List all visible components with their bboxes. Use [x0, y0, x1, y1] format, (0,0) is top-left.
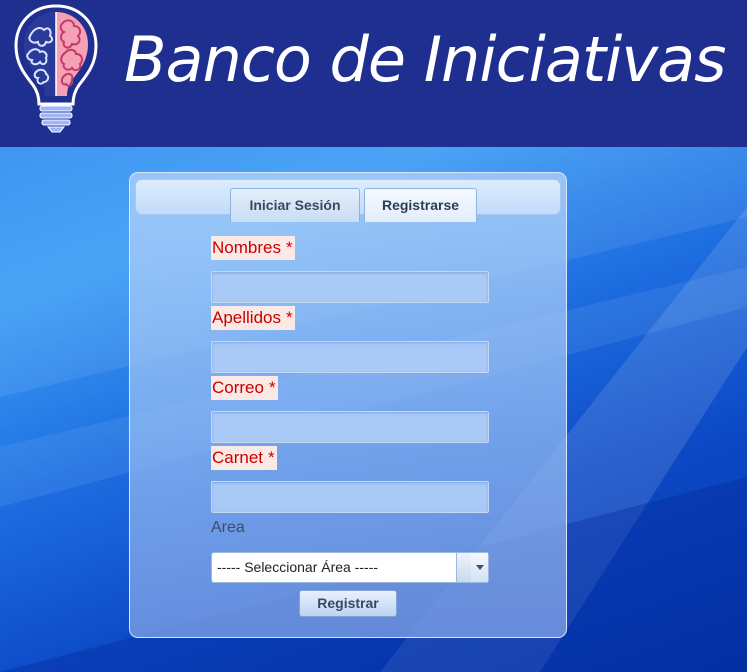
apellidos-label: Apellidos * — [211, 306, 295, 330]
nombres-input[interactable] — [211, 271, 489, 303]
site-title: Banco de Iniciativas — [124, 23, 726, 96]
carnet-input[interactable] — [211, 481, 489, 513]
area-label: Area — [211, 519, 245, 536]
site-header: Banco de Iniciativas — [0, 0, 747, 147]
tab-bar: Iniciar Sesión Registrarse — [135, 179, 561, 222]
select-divider — [456, 553, 472, 582]
chevron-down-icon[interactable] — [471, 553, 488, 582]
required-asterisk: * — [268, 378, 276, 397]
tab-iniciar-sesion[interactable]: Iniciar Sesión — [230, 188, 360, 222]
lightbulb-brain-icon — [14, 4, 98, 133]
tab-registrarse[interactable]: Registrarse — [364, 188, 477, 222]
correo-label-text: Correo — [212, 378, 264, 397]
area-select-value: ----- Seleccionar Área ----- — [217, 559, 379, 575]
correo-label: Correo * — [211, 376, 278, 400]
nombres-label-text: Nombres — [212, 238, 281, 257]
correo-input[interactable] — [211, 411, 489, 443]
apellidos-input[interactable] — [211, 341, 489, 373]
required-asterisk: * — [285, 238, 293, 257]
carnet-label-text: Carnet — [212, 448, 264, 467]
nombres-label: Nombres * — [211, 236, 295, 260]
required-asterisk: * — [286, 308, 293, 327]
required-asterisk: * — [268, 448, 275, 467]
registrar-button[interactable]: Registrar — [299, 590, 397, 617]
area-select[interactable]: ----- Seleccionar Área ----- — [211, 552, 489, 583]
registration-panel: Iniciar Sesión Registrarse Nombres * Apel… — [129, 172, 567, 638]
apellidos-label-text: Apellidos — [212, 308, 281, 327]
carnet-label: Carnet * — [211, 446, 277, 470]
